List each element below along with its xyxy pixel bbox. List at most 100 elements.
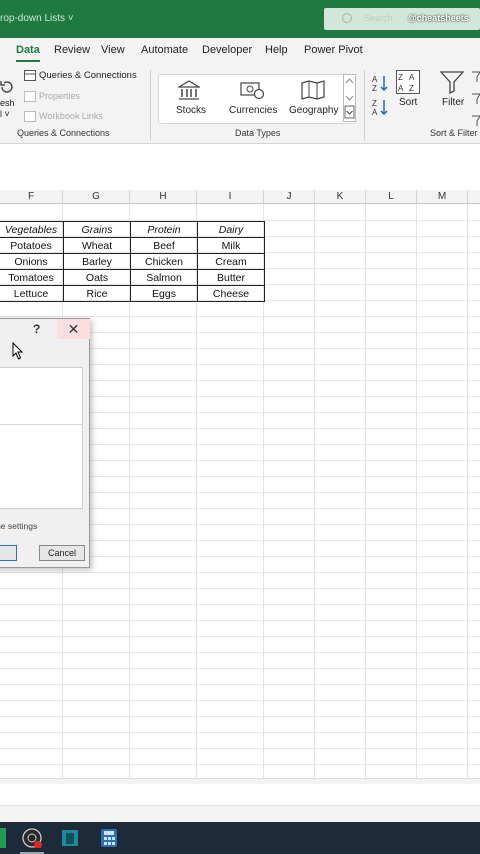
tab-power-pivot[interactable]: Power Pivot (304, 44, 363, 56)
column-header-f[interactable]: F (0, 190, 63, 204)
gridline (314, 204, 315, 778)
help-button[interactable]: ? (33, 322, 40, 336)
apply-same-settings-label[interactable]: ame settings (0, 521, 37, 531)
geography-button[interactable]: Geography (289, 105, 338, 116)
filter-button[interactable]: Filter (442, 97, 464, 108)
tab-view[interactable]: View (101, 44, 125, 56)
svg-text:Z: Z (372, 99, 377, 108)
active-tab-indicator (16, 60, 40, 62)
column-header-j[interactable]: J (264, 190, 315, 204)
gridline (0, 588, 480, 589)
ribbon-separator (364, 70, 365, 140)
svg-text:Z: Z (372, 84, 377, 92)
geography-icon (301, 80, 325, 100)
table-cell[interactable]: Barley (63, 253, 131, 270)
ribbon: esh l ˅ Queries & Connections Properties… (0, 64, 480, 144)
gridline (416, 204, 417, 778)
gridline (0, 700, 480, 701)
gridline (467, 204, 468, 778)
gallery-scroll-icon[interactable] (343, 74, 356, 122)
filter-icon (440, 71, 464, 94)
table-cell[interactable]: Chicken (130, 253, 198, 270)
tab-automate[interactable]: Automate (141, 44, 188, 56)
column-header-i[interactable]: I (197, 190, 264, 204)
cancel-button[interactable]: Cancel (39, 545, 85, 561)
ok-button[interactable] (0, 545, 17, 561)
sort-z-to-a-icon[interactable]: ZA (372, 98, 390, 116)
clear-filter-icons[interactable] (470, 70, 480, 126)
calculator-icon[interactable] (100, 828, 120, 848)
close-icon: ✕ (67, 321, 80, 337)
table-cell[interactable]: Rice (63, 285, 131, 302)
divider (0, 424, 82, 425)
watermark-text: @cheatsheets (408, 13, 469, 23)
tab-data[interactable]: Data (16, 44, 40, 56)
gridline (0, 668, 480, 669)
gridline (0, 716, 480, 717)
table-cell[interactable]: Tomatoes (0, 269, 64, 286)
currencies-icon (240, 82, 264, 100)
search-placeholder: Search (364, 13, 393, 23)
tab-help[interactable]: Help (265, 44, 288, 56)
mouse-cursor-icon (12, 342, 24, 360)
column-header-m[interactable]: M (417, 190, 468, 204)
table-cell[interactable]: Eggs (130, 285, 198, 302)
gridline (0, 748, 480, 749)
ribbon-separator (150, 70, 151, 140)
table-cell[interactable]: Onions (0, 253, 64, 270)
formula-area (0, 144, 480, 190)
svg-text:A: A (372, 108, 378, 116)
group-label-queries: Queries & Connections (17, 128, 110, 138)
properties-icon (24, 91, 36, 102)
stocks-button[interactable]: Stocks (176, 105, 206, 116)
close-button[interactable]: ✕ (57, 319, 90, 339)
refresh-icon[interactable] (0, 80, 14, 94)
table-cell[interactable]: Lettuce (0, 285, 64, 302)
gridline (0, 316, 480, 317)
svg-text:A: A (409, 73, 415, 82)
group-label-sort-filter: Sort & Filter (430, 128, 478, 138)
refresh-all-label[interactable]: esh (0, 98, 15, 108)
search-icon (342, 13, 352, 23)
excel-taskbar-icon[interactable] (0, 828, 6, 848)
document-title[interactable]: rop-down Lists ˅ (0, 13, 74, 24)
workbook-links-button[interactable]: Workbook Links (39, 111, 103, 121)
sheet-tabs-bar[interactable] (0, 784, 480, 806)
svg-text:Z: Z (409, 84, 414, 93)
table-cell[interactable]: Cream (197, 253, 265, 270)
title-bar: rop-down Lists ˅ Search @cheatsheets (0, 0, 480, 38)
currencies-button[interactable]: Currencies (229, 105, 277, 116)
gridline (0, 732, 480, 733)
workbook-links-icon (24, 111, 36, 122)
queries-connections-button[interactable]: Queries & Connections (39, 70, 137, 81)
column-headers: F G H I J K L M (0, 190, 480, 204)
dialog-content-area (0, 367, 83, 509)
column-header-l[interactable]: L (366, 190, 417, 204)
refresh-all-dropdown[interactable]: l ˅ (0, 109, 10, 119)
table-cell[interactable]: Beef (130, 237, 198, 254)
table-cell[interactable]: Butter (197, 269, 265, 286)
svg-text:Z: Z (398, 73, 403, 82)
group-label-data-types: Data Types (235, 128, 281, 138)
column-header-h[interactable]: H (130, 190, 197, 204)
gridline (0, 652, 480, 653)
obs-recorder-icon[interactable] (22, 828, 42, 848)
table-header-cell[interactable]: Vegetables (0, 221, 64, 238)
tab-developer[interactable]: Developer (202, 44, 252, 56)
column-header-g[interactable]: G (63, 190, 130, 204)
editor-taskbar-icon[interactable] (60, 828, 80, 848)
sort-button[interactable]: Sort (399, 97, 417, 108)
column-header-k[interactable]: K (315, 190, 366, 204)
table-cell[interactable]: Wheat (63, 237, 131, 254)
table-cell[interactable]: Oats (63, 269, 131, 286)
table-header-cell[interactable]: Protein (130, 221, 198, 238)
table-cell[interactable]: Potatoes (0, 237, 64, 254)
table-cell[interactable]: Milk (197, 237, 265, 254)
table-cell[interactable]: Salmon (130, 269, 198, 286)
table-cell[interactable]: Cheese (197, 285, 265, 302)
properties-button[interactable]: Properties (39, 91, 80, 101)
tab-review[interactable]: Review (54, 44, 90, 56)
table-header-cell[interactable]: Dairy (197, 221, 265, 238)
table-header-cell[interactable]: Grains (63, 221, 131, 238)
sort-a-to-z-icon[interactable]: AZ (372, 74, 390, 92)
